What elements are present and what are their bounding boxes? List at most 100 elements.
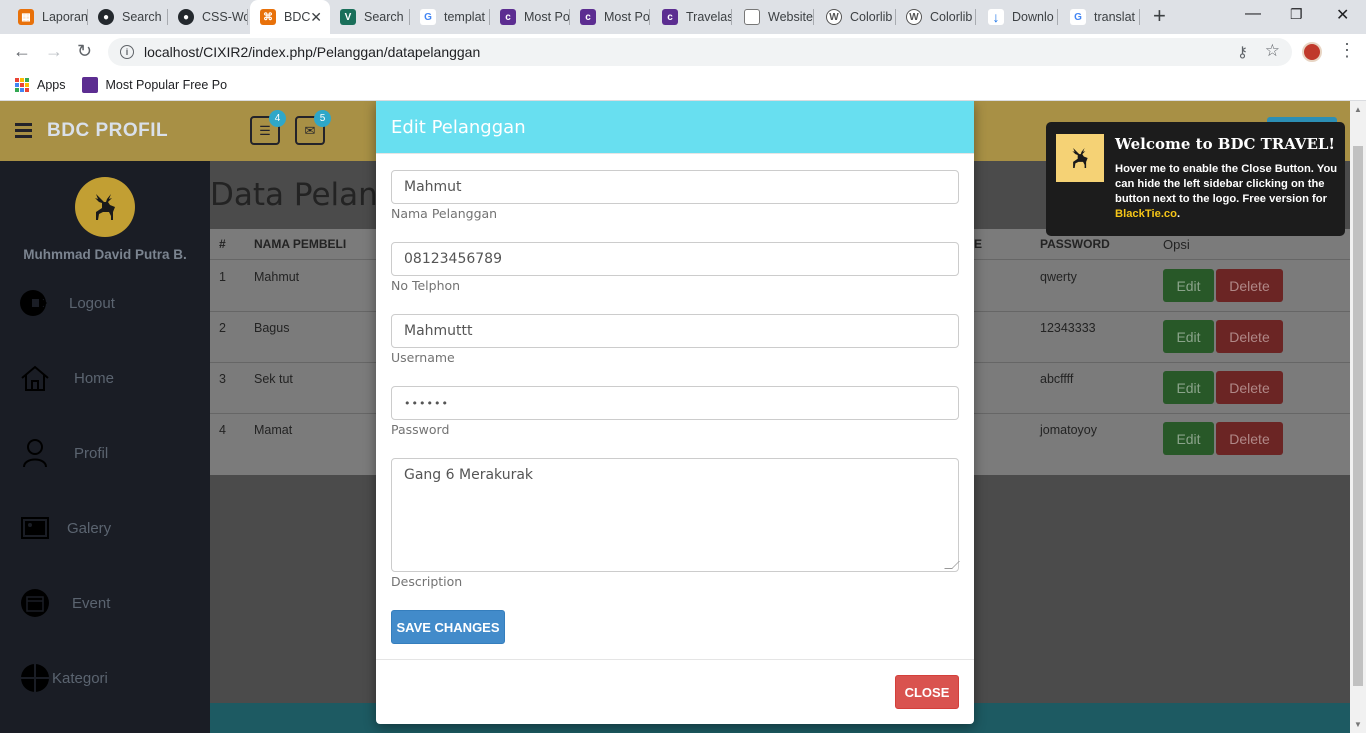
row-password: abcffff — [1040, 372, 1074, 386]
brand-logo-text[interactable]: BDC PROFIL — [47, 120, 168, 142]
browser-tab[interactable]: c Travelas — [652, 0, 732, 34]
delete-button[interactable]: Delete — [1216, 422, 1283, 455]
row-password: jomatoyoy — [1040, 423, 1097, 437]
resize-handle[interactable] — [944, 561, 960, 569]
minimize-button[interactable]: — — [1245, 5, 1261, 23]
browser-tab[interactable]: ● CSS-Wo — [168, 0, 248, 34]
tab-title: Colorlib — [930, 10, 973, 24]
edit-button[interactable]: Edit — [1163, 371, 1214, 404]
username-input[interactable]: Mahmuttt — [391, 314, 959, 348]
new-tab-button[interactable]: + — [1153, 5, 1166, 27]
table-header: E — [974, 237, 983, 251]
table-header: PASSWORD — [1040, 237, 1110, 251]
favicon-icon: ▦ — [18, 9, 34, 25]
table-header: NAMA PEMBELI — [254, 237, 347, 251]
browser-tab[interactable]: c Most Po — [570, 0, 650, 34]
telphon-input[interactable]: 08123456789 — [391, 242, 959, 276]
edit-button[interactable]: Edit — [1163, 422, 1214, 455]
menu-icon[interactable]: ⋮ — [1338, 40, 1356, 61]
mail-icon: ✉ — [304, 122, 316, 138]
modal-header: Edit Pelanggan — [376, 101, 974, 154]
browser-tab[interactable]: ↓ Downlo — [978, 0, 1058, 34]
browser-tab[interactable]: W Colorlib — [816, 0, 896, 34]
password-input[interactable]: •••••• — [391, 386, 959, 420]
close-button[interactable]: CLOSE — [895, 675, 959, 709]
address-bar[interactable]: i localhost/CIXIR2/index.php/Pelanggan/d… — [108, 38, 1292, 66]
browser-tab[interactable]: V Search — [330, 0, 410, 34]
tab-title: Laporan — [42, 10, 88, 24]
notification-end: . — [1176, 208, 1181, 220]
scrollbar-thumb[interactable] — [1353, 146, 1363, 686]
browser-toolbar: ← → ↻ i localhost/CIXIR2/index.php/Pelan… — [0, 34, 1366, 70]
delete-button[interactable]: Delete — [1216, 269, 1283, 302]
browser-tab[interactable]: G translat — [1060, 0, 1140, 34]
table-header: # — [219, 237, 226, 251]
sidebar-item-event[interactable]: Event — [0, 583, 210, 623]
tasks-icon: ☰ — [259, 122, 271, 138]
nama-pelanggan-input[interactable]: Mahmut — [391, 170, 959, 204]
sidebar-item-kategori[interactable]: Kategori — [0, 658, 210, 698]
blacktie-link[interactable]: BlackTie.co — [1115, 208, 1177, 220]
key-icon[interactable]: ⚷ — [1237, 43, 1248, 61]
browser-tab[interactable]: ▦ Laporan — [8, 0, 88, 34]
browser-tab[interactable]: c Most Po — [490, 0, 570, 34]
scroll-up-icon[interactable]: ▲ — [1354, 105, 1362, 114]
sidebar-item-logout[interactable]: Logout — [0, 283, 210, 323]
maximize-button[interactable]: ❐ — [1290, 6, 1303, 23]
apps-bookmark[interactable]: Apps — [37, 78, 66, 92]
tasks-badge: 4 — [269, 110, 286, 127]
star-icon[interactable]: ☆ — [1265, 41, 1280, 61]
page-scrollbar[interactable]: ▲ ▼ — [1350, 101, 1366, 733]
user-icon — [19, 437, 51, 469]
apps-icon — [15, 78, 29, 92]
delete-button[interactable]: Delete — [1216, 320, 1283, 353]
deer-icon — [95, 194, 115, 220]
page-viewport: BDC PROFIL ☰ 4 ✉ 5 Muhmmad David Putra B… — [0, 101, 1350, 733]
vue-icon: V — [340, 9, 356, 25]
save-changes-button[interactable]: SAVE CHANGES — [391, 610, 505, 644]
sidebar-item-galery[interactable]: Galery — [0, 508, 210, 548]
tab-close-icon[interactable]: ✕ — [310, 9, 322, 26]
nama-pelanggan-help: Nama Pelanggan — [391, 206, 498, 221]
row-name: Mamat — [254, 423, 293, 437]
scroll-down-icon[interactable]: ▼ — [1354, 720, 1362, 729]
row-number: 4 — [219, 423, 226, 437]
hamburger-icon[interactable] — [15, 123, 32, 141]
tab-title: Search — [364, 10, 404, 24]
avatar — [75, 177, 135, 237]
browser-tab[interactable]: G templat — [410, 0, 490, 34]
sidebar-item-label: Profil — [74, 445, 109, 462]
edit-button[interactable]: Edit — [1163, 320, 1214, 353]
bookmark-most-popular[interactable]: Most Popular Free Po — [106, 78, 228, 92]
notification-image — [1056, 134, 1104, 182]
tasks-button[interactable]: ☰ 4 — [250, 110, 286, 145]
download-icon: ↓ — [988, 9, 1004, 25]
logout-icon — [19, 287, 51, 319]
browser-tab-active[interactable]: ⌘ BDC ✕ — [250, 0, 330, 34]
back-button[interactable]: ← — [13, 41, 31, 61]
delete-button[interactable]: Delete — [1216, 371, 1283, 404]
info-icon[interactable]: i — [120, 45, 134, 59]
sidebar-item-profil[interactable]: Profil — [0, 433, 210, 473]
forward-button[interactable]: → — [45, 41, 63, 61]
edit-button[interactable]: Edit — [1163, 269, 1214, 302]
mail-button[interactable]: ✉ 5 — [295, 110, 331, 145]
welcome-notification[interactable]: Welcome to BDC TRAVEL! Hover me to enabl… — [1046, 122, 1345, 236]
browser-tab[interactable]: ● Search — [88, 0, 168, 34]
reload-button[interactable]: ↻ — [77, 41, 92, 61]
browser-tab[interactable]: W Colorlib — [896, 0, 976, 34]
browser-tab[interactable]: Website — [734, 0, 814, 34]
tab-title: Colorlib — [850, 10, 893, 24]
tab-title: Travelas — [686, 10, 732, 24]
sidebar-item-home[interactable]: Home — [0, 358, 210, 398]
description-text: Gang 6 Merakurak — [404, 467, 534, 483]
colorlib-icon — [81, 77, 98, 93]
tab-title: Most Po — [524, 10, 570, 24]
profile-avatar[interactable] — [1302, 42, 1322, 62]
password-help: Password — [391, 422, 450, 437]
username-help: Username — [391, 350, 455, 365]
colorlib-icon: c — [662, 9, 678, 25]
page-icon — [744, 9, 760, 25]
window-close-button[interactable]: ✕ — [1336, 5, 1349, 25]
description-textarea[interactable]: Gang 6 Merakurak — [391, 458, 960, 572]
